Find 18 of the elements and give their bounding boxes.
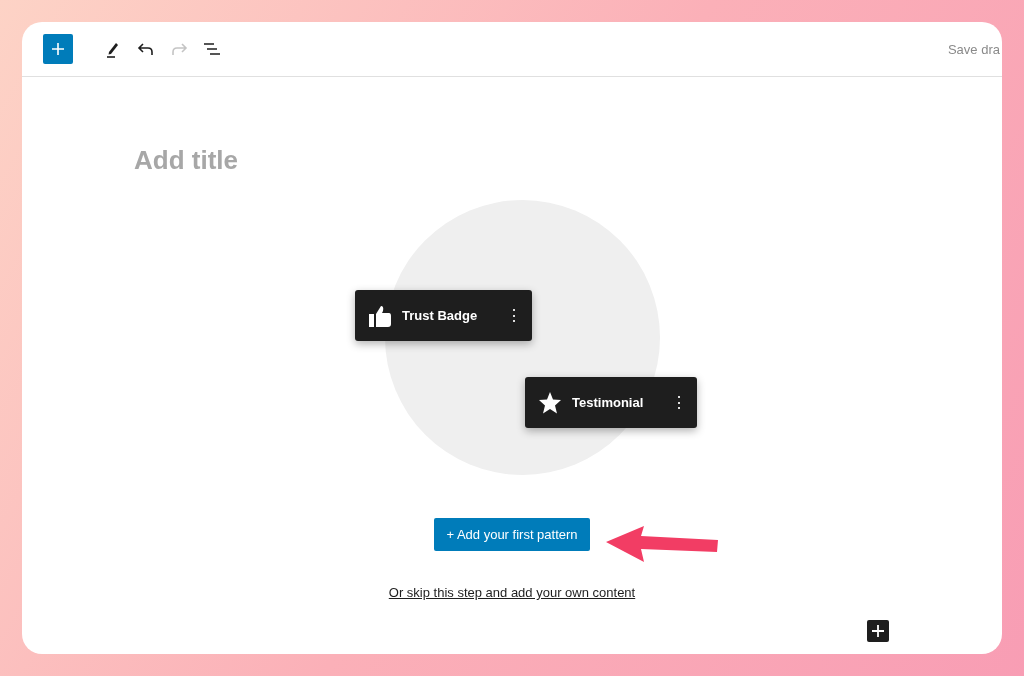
add-pattern-button[interactable]: + Add your first pattern [434, 518, 590, 551]
skip-link[interactable]: Or skip this step and add your own content [388, 585, 636, 600]
pattern-label: Trust Badge [402, 308, 478, 323]
plus-icon [872, 625, 884, 637]
pen-icon [105, 40, 121, 58]
plus-icon [51, 42, 65, 56]
pattern-label: Testimonial [572, 395, 644, 410]
pattern-card[interactable]: Testimonial ⋮ [525, 377, 697, 428]
redo-icon [170, 42, 188, 56]
more-options-icon[interactable]: ⋮ [506, 306, 522, 325]
thumbs-up-icon [368, 303, 392, 328]
save-draft-label[interactable]: Save dra [947, 41, 1000, 57]
star-icon [538, 390, 562, 415]
undo-icon [137, 42, 155, 56]
pattern-card[interactable]: Trust Badge ⋮ [355, 290, 532, 341]
list-view-icon [203, 42, 221, 56]
add-block-button[interactable] [867, 620, 889, 642]
more-options-icon[interactable]: ⋮ [671, 393, 687, 412]
